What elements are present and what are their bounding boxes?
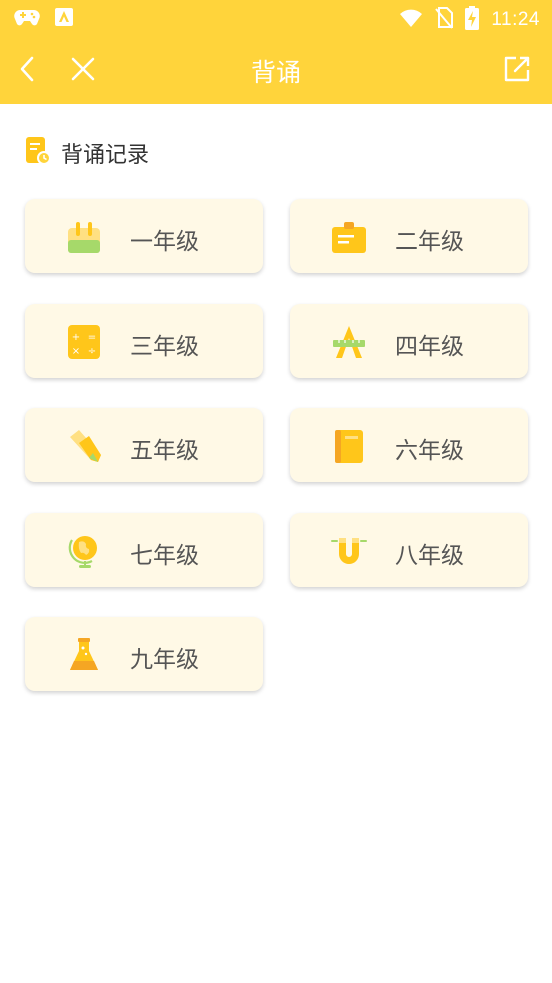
app-bar: 背诵 bbox=[0, 37, 552, 104]
grade-label: 七年级 bbox=[130, 543, 199, 569]
magnet-icon bbox=[330, 532, 368, 570]
svg-text:+: + bbox=[72, 332, 80, 343]
svg-text:=: = bbox=[88, 332, 96, 343]
grade-label: 六年级 bbox=[395, 438, 464, 464]
grade-label: 四年级 bbox=[395, 334, 464, 360]
globe-icon bbox=[65, 532, 103, 570]
recitation-record[interactable]: 背诵记录 bbox=[25, 136, 149, 170]
status-time: 11:24 bbox=[491, 9, 540, 30]
grade-card-8[interactable]: 八年级 bbox=[290, 513, 528, 587]
grade-label: 五年级 bbox=[130, 438, 199, 464]
share-button[interactable] bbox=[500, 54, 534, 88]
grade-card-3[interactable]: + = × ÷ 三年级 bbox=[25, 304, 263, 378]
no-sim-icon bbox=[435, 7, 454, 33]
grade-card-7[interactable]: 七年级 bbox=[25, 513, 263, 587]
compass-icon bbox=[330, 323, 368, 361]
status-bar: 11:24 bbox=[0, 0, 552, 37]
backpack-icon bbox=[65, 218, 103, 256]
grade-card-4[interactable]: 四年级 bbox=[290, 304, 528, 378]
grade-label: 九年级 bbox=[130, 647, 199, 673]
gamepad-icon bbox=[14, 7, 40, 31]
svg-text:÷: ÷ bbox=[88, 346, 96, 357]
grade-card-6[interactable]: 六年级 bbox=[290, 408, 528, 482]
grade-card-1[interactable]: 一年级 bbox=[25, 199, 263, 273]
grade-card-9[interactable]: 九年级 bbox=[25, 617, 263, 691]
share-icon bbox=[502, 54, 532, 88]
calculator-icon: + = × ÷ bbox=[65, 323, 103, 361]
battery-charging-icon bbox=[465, 6, 480, 34]
record-label: 背诵记录 bbox=[61, 143, 150, 168]
grade-label: 三年级 bbox=[130, 334, 199, 360]
wifi-icon bbox=[399, 8, 423, 32]
grade-card-5[interactable]: 五年级 bbox=[25, 408, 263, 482]
grade-label: 二年级 bbox=[395, 229, 464, 255]
grade-card-2[interactable]: 二年级 bbox=[290, 199, 528, 273]
folder-icon bbox=[330, 218, 368, 256]
app-icon bbox=[54, 7, 74, 31]
pencil-icon bbox=[65, 427, 103, 465]
grade-label: 一年级 bbox=[130, 229, 199, 255]
flask-icon bbox=[65, 636, 103, 674]
page-title: 背诵 bbox=[250, 58, 301, 87]
record-icon bbox=[25, 136, 51, 170]
grade-label: 八年级 bbox=[395, 543, 464, 569]
book-icon bbox=[330, 427, 368, 465]
svg-text:×: × bbox=[72, 346, 80, 357]
